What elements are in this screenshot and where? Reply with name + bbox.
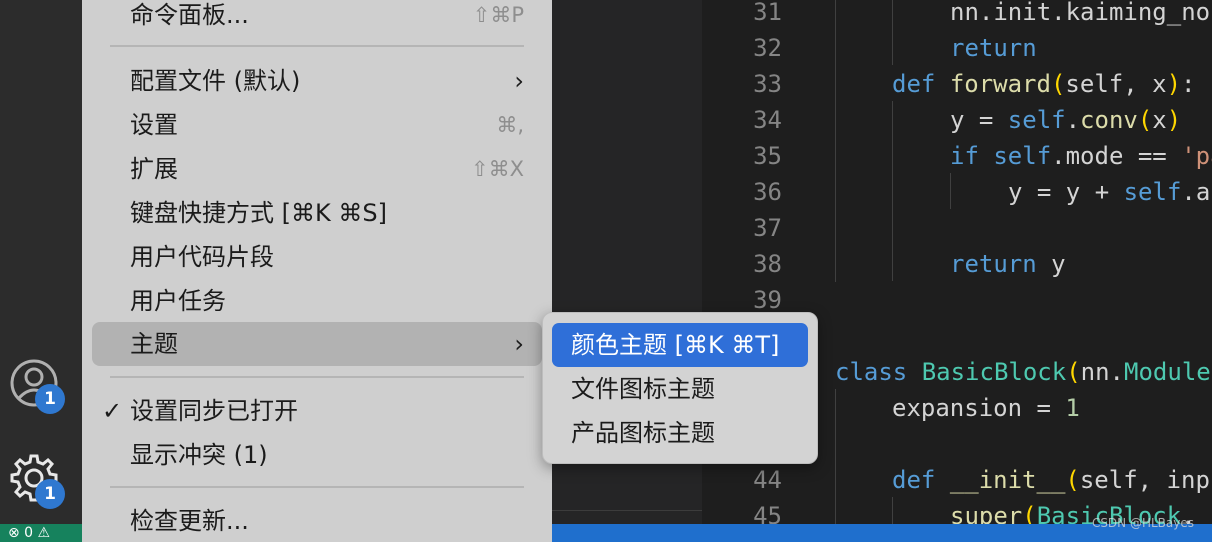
menu-item-profiles[interactable]: 配置文件 (默认) [130,66,300,96]
chevron-right-icon: › [514,330,524,358]
checkmark-icon: ✓ [102,397,123,425]
code-text: def __init__(self, inp [892,466,1210,494]
line-number: 36 [753,178,782,206]
code-line: 32 return [702,30,1212,66]
menu-item-settings[interactable]: 设置 [130,110,178,140]
menu-item-settings-sync[interactable]: 设置同步已打开 [130,396,298,426]
accounts-badge: 1 [35,384,65,414]
code-text: expansion = 1 [892,394,1080,422]
code-line: 36 y = y + self.ac [702,174,1212,210]
code-text: return [950,34,1037,62]
panel-divider [552,510,702,511]
problems-status: ⊗ 0 ⚠ [8,525,51,541]
code-text: if self.mode == 'pa [950,142,1212,170]
code-text: y = self.conv(x) [950,106,1182,134]
code-line: 33 def forward(self, x): [702,66,1212,102]
menu-item-extensions[interactable]: 扩展 [130,154,178,184]
code-line: 44 def __init__(self, inp [702,462,1212,498]
shortcut-extensions: ⇧⌘X [471,157,524,181]
code-text: y = y + self.ac [1008,178,1212,206]
menu-separator [110,376,524,378]
code-line: 38 return y [702,246,1212,282]
code-text: def forward(self, x): [892,70,1196,98]
menu-separator [110,45,524,47]
activity-bar: 1 1 [0,0,82,542]
line-number: 44 [753,466,782,494]
menu-item-user-tasks[interactable]: 用户任务 [130,286,226,316]
line-number: 33 [753,70,782,98]
code-text: return y [950,250,1066,278]
menu-item-show-conflicts[interactable]: 显示冲突 (1) [130,440,268,470]
code-text: nn.init.kaiming_no [950,0,1211,26]
menu-item-user-snippets[interactable]: 用户代码片段 [130,242,274,272]
line-number: 45 [753,502,782,524]
submenu-item-file-icon-theme[interactable]: 文件图标主题 [571,374,715,404]
menu-item-command-palette[interactable]: 命令面板... [130,0,249,30]
line-number: 34 [753,106,782,134]
submenu-item-color-theme[interactable]: 颜色主题 [⌘K ⌘T] [571,330,779,360]
manage-menu: 命令面板... ⇧⌘P 配置文件 (默认) › 设置 ⌘, 扩展 ⇧⌘X 键盘快… [82,0,552,542]
line-number: 32 [753,34,782,62]
menu-separator [110,486,524,488]
code-line: 35 if self.mode == 'pa [702,138,1212,174]
manage-badge: 1 [35,479,65,509]
code-line: 34 y = self.conv(x) [702,102,1212,138]
shortcut-settings: ⌘, [496,113,524,137]
watermark: CSDN @HLBayes [1091,516,1194,530]
shortcut-command-palette: ⇧⌘P [472,3,524,27]
line-number: 38 [753,250,782,278]
chevron-right-icon: › [514,67,524,95]
menu-item-keyboard-shortcuts[interactable]: 键盘快捷方式 [⌘K ⌘S] [130,198,387,228]
code-text: class BasicBlock(nn.Module [835,358,1211,386]
code-line: 31 nn.init.kaiming_no [702,0,1212,30]
menu-item-themes[interactable]: 主题 [130,329,178,359]
submenu-item-product-icon-theme[interactable]: 产品图标主题 [571,418,715,448]
line-number: 37 [753,214,782,242]
line-number: 35 [753,142,782,170]
line-number: 31 [753,0,782,26]
remote-status-item[interactable]: ⊗ 0 ⚠ [0,524,82,542]
themes-submenu: 颜色主题 [⌘K ⌘T] 文件图标主题 产品图标主题 [542,312,818,464]
menu-item-check-updates[interactable]: 检查更新... [130,506,249,536]
code-line: 37 [702,210,1212,246]
